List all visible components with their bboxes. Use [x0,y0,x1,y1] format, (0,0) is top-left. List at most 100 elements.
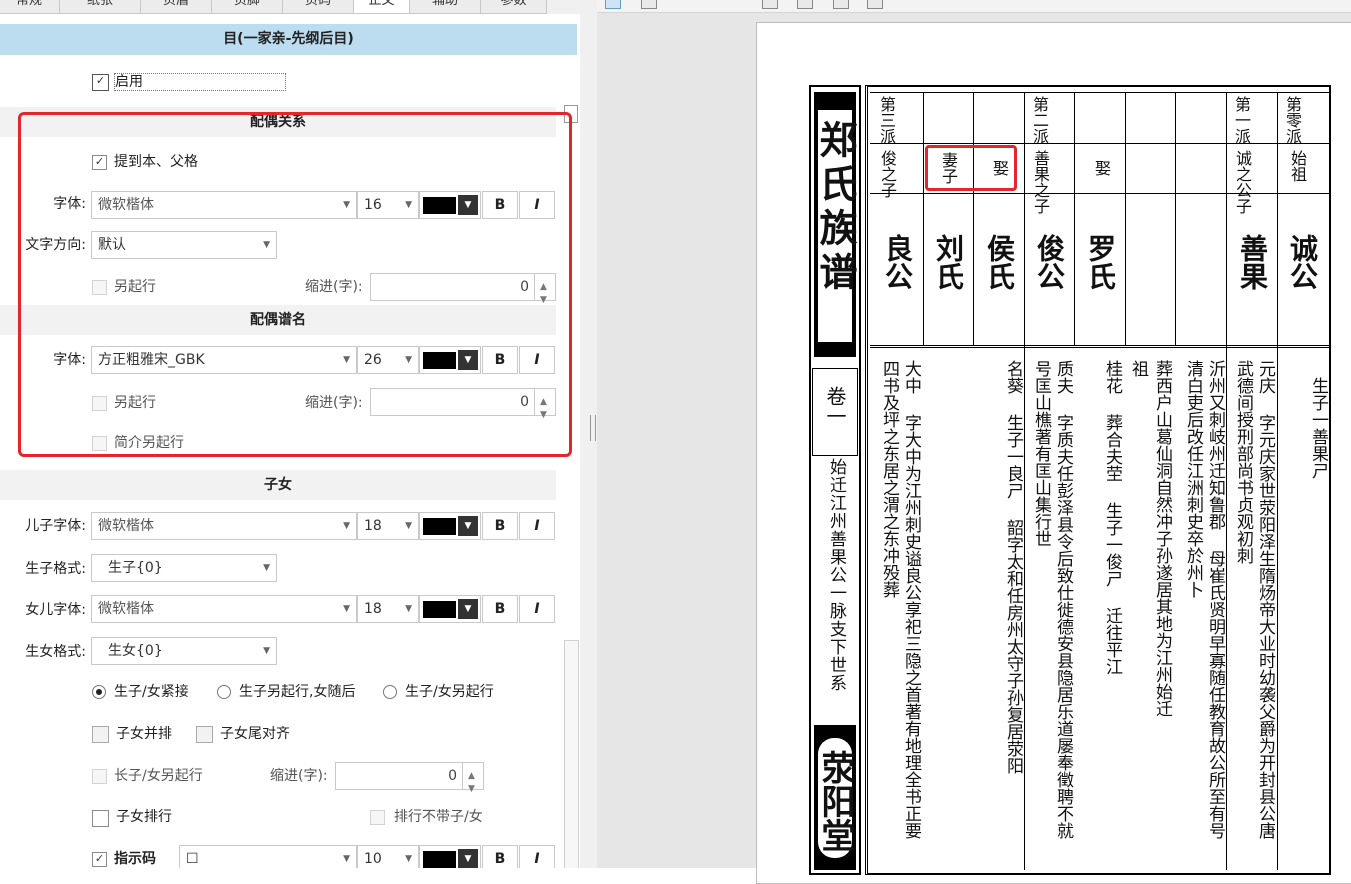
settings-panel: 常规 纸张 页眉 页脚 页码 正文 辅助 参数 目(一家亲-先纲后目) ✓ 启用… [0,0,580,868]
highlight-box [925,145,1017,191]
two-page-icon[interactable] [833,0,849,9]
pointer-tool-icon[interactable] [605,0,621,9]
daughter-font-select[interactable]: 微软楷体 ▼ [91,595,357,623]
marker-color-picker[interactable]: ▼ [419,845,481,868]
grid-line [1175,92,1176,345]
daughter-format-select[interactable]: 生女{0} ▼ [91,637,277,665]
name-5: 俊公 [1033,234,1066,290]
tab-paper[interactable]: 纸张 [59,0,141,14]
eldest-newline-checkbox[interactable] [92,769,107,784]
chevron-down-icon: ▼ [458,849,478,868]
grid-line [870,92,1329,93]
preview-toolbar [597,0,1351,13]
grid-line [870,143,1329,144]
chevron-down-icon: ▼ [458,599,478,619]
generation-3: 第三派 [877,96,896,144]
fit-width-icon[interactable] [797,0,813,9]
daughter-size-select[interactable]: 18 ▼ [357,595,419,623]
generation-text: 第三派 [877,96,896,144]
tab-general[interactable]: 常规 [0,0,60,14]
name-1: 善果 [1236,234,1269,290]
chevron-down-icon[interactable]: ▼ [468,776,475,802]
tab-footer[interactable]: 页脚 [211,0,283,14]
tab-params[interactable]: 参数 [480,0,547,14]
panel-scrollbar[interactable] [564,640,579,868]
eldest-newline-label: 长子/女另起行 [114,768,203,784]
generation-text: 第二派 [1030,96,1049,144]
radio-children-adjacent[interactable] [92,685,106,699]
chevron-down-icon: ▼ [343,854,350,864]
marker-checkbox[interactable]: ✓ [92,852,107,867]
radio-children-adjacent-label: 生子/女紧接 [114,684,189,700]
children-rank-label: 子女排行 [116,809,172,825]
chevron-down-icon: ▼ [458,516,478,536]
tab-header[interactable]: 页眉 [140,0,212,14]
chevron-down-icon: ▼ [343,604,350,614]
grid-line [973,92,974,345]
splitter-grip-icon [590,415,596,441]
marker-select[interactable]: ☐ ▼ [179,845,357,868]
generation-0: 第零派 [1283,96,1302,144]
children-parallel-checkbox[interactable] [92,726,109,743]
radio-children-newline[interactable] [383,685,397,699]
hall-name: 荥阳堂 [815,750,855,852]
color-swatch [423,518,456,535]
name-4: 罗氏 [1084,234,1117,290]
zoom-in-icon[interactable] [687,0,701,7]
tab-body[interactable]: 正文 [353,0,410,14]
children-parallel-label: 子女并排 [116,726,172,742]
tail-align-label: 子女尾对齐 [220,726,290,742]
bio-7: 名葵 生子一良ㄕ 韶字太和任房州太守子孙复居荥阳 [1003,360,1023,774]
bio-9: 大中 字大中为江州刺史谥良公享祀三隐之首著有地理全书正要四书及坪之东居之渭之东冲… [879,360,921,839]
relation-1: 诚之公子 [1233,150,1252,214]
zoom-out-icon[interactable] [721,0,735,7]
grid-line [1125,92,1126,345]
tab-strip: 常规 纸张 页眉 页脚 页码 正文 辅助 参数 [0,0,580,14]
chevron-down-icon: ▼ [263,563,270,573]
son-size-value: 18 [364,518,382,534]
son-format-select[interactable]: 生子{0} ▼ [91,554,277,582]
relation-4: 娶 [1092,160,1111,176]
grid-line [1024,92,1025,870]
fit-page-icon[interactable] [762,0,778,9]
relation-5: 善果之子 [1031,150,1050,214]
color-swatch [423,601,456,618]
grid-line [870,193,1329,194]
marker-bold-button[interactable]: B [482,845,518,868]
rank-no-gender-checkbox[interactable] [370,810,385,825]
page-tool-icon[interactable] [641,0,657,9]
son-size-select[interactable]: 18 ▼ [357,512,419,540]
daughter-italic-button[interactable]: I [519,595,555,623]
children-indent-stepper[interactable]: 0 ▲ ▼ [335,762,484,794]
radio-son-newline-label: 生子另起行,女随后 [239,684,356,700]
rank-no-gender-label: 排行不带子/女 [394,809,483,825]
multi-page-icon[interactable] [867,0,883,9]
grid-line [870,347,1329,348]
lineage-label: 始迁江州善果公一脉支下世系 [826,458,846,692]
tab-auxiliary[interactable]: 辅助 [409,0,481,14]
grid-line [1277,92,1278,870]
tab-page-number[interactable]: 页码 [282,0,354,14]
son-font-select[interactable]: 微软楷体 ▼ [91,512,357,540]
daughter-font-label: 女儿字体: [25,602,86,618]
marker-size-select[interactable]: 10 ▼ [357,845,419,868]
bio-3: 葬西户山葛仙洞自然冲子孙遂居其地为江州始迁 [1152,360,1172,717]
marker-italic-button[interactable]: I [519,845,555,868]
son-italic-button[interactable]: I [519,512,555,540]
daughter-color-picker[interactable]: ▼ [419,595,481,623]
marker-value: ☐ [186,851,199,867]
pane-splitter[interactable] [580,0,597,868]
son-bold-button[interactable]: B [482,512,518,540]
children-rank-checkbox[interactable] [92,810,109,827]
son-color-picker[interactable]: ▼ [419,512,481,540]
daughter-bold-button[interactable]: B [482,595,518,623]
enable-checkbox[interactable]: ✓ [92,74,109,91]
radio-son-newline[interactable] [217,685,231,699]
highlight-box [18,112,572,457]
grid-line [870,345,1329,346]
bio-0: 生子一善果ㄕ [1308,360,1328,479]
enable-label: 启用 [114,73,286,91]
bio-4: 祖 [1128,360,1148,377]
tail-align-checkbox[interactable] [196,726,213,743]
bio-1: 元庆 字元庆家世荥阳泽生隋炀帝大业时幼袭父爵为开封县公唐武德间授刑部尚书贞观初刺 [1233,360,1275,839]
